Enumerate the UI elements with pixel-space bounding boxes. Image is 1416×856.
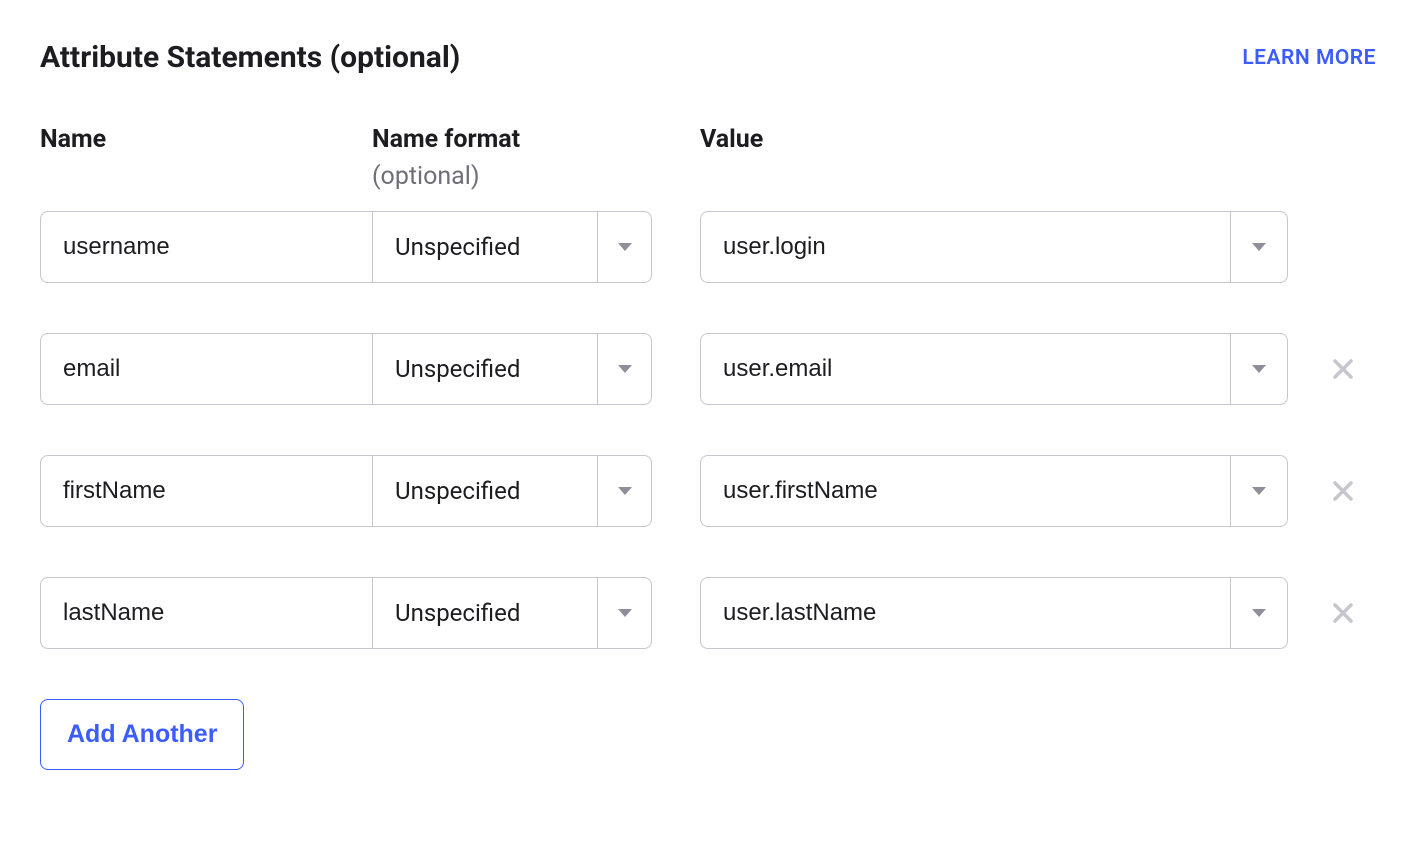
name-input[interactable] [40, 577, 372, 649]
value-select-toggle[interactable] [1230, 577, 1288, 649]
format-select-value: Unspecified [373, 355, 597, 383]
attribute-row: Unspecified [40, 211, 1376, 283]
format-select-toggle[interactable] [597, 334, 651, 404]
caret-down-icon [618, 365, 632, 373]
column-headers: Name Name format (optional) Value [40, 125, 1376, 191]
format-select-toggle[interactable] [597, 212, 651, 282]
value-select-toggle[interactable] [1230, 455, 1288, 527]
column-header-value: Value [700, 125, 1376, 154]
caret-down-icon [618, 487, 632, 495]
close-icon [1331, 601, 1355, 625]
caret-down-icon [618, 609, 632, 617]
value-input[interactable] [700, 455, 1230, 527]
close-icon [1331, 357, 1355, 381]
caret-down-icon [1252, 243, 1266, 251]
attribute-row: Unspecified [40, 333, 1376, 405]
format-select[interactable]: Unspecified [372, 211, 652, 283]
column-header-name: Name [40, 125, 372, 154]
format-select[interactable]: Unspecified [372, 577, 652, 649]
caret-down-icon [1252, 365, 1266, 373]
format-select[interactable]: Unspecified [372, 455, 652, 527]
remove-row-button[interactable] [1318, 601, 1368, 625]
attribute-row: Unspecified [40, 455, 1376, 527]
remove-row-button[interactable] [1318, 357, 1368, 381]
format-select-value: Unspecified [373, 477, 597, 505]
close-icon [1331, 479, 1355, 503]
value-input[interactable] [700, 577, 1230, 649]
format-select-toggle[interactable] [597, 456, 651, 526]
format-select[interactable]: Unspecified [372, 333, 652, 405]
name-input[interactable] [40, 211, 372, 283]
value-input[interactable] [700, 211, 1230, 283]
format-select-value: Unspecified [373, 599, 597, 627]
name-input[interactable] [40, 455, 372, 527]
value-select-toggle[interactable] [1230, 333, 1288, 405]
column-header-format: Name format [372, 125, 652, 154]
value-input[interactable] [700, 333, 1230, 405]
value-select-toggle[interactable] [1230, 211, 1288, 283]
caret-down-icon [618, 243, 632, 251]
learn-more-link[interactable]: LEARN MORE [1242, 46, 1376, 70]
format-select-value: Unspecified [373, 233, 597, 261]
column-header-format-sub: (optional) [372, 162, 652, 191]
format-select-toggle[interactable] [597, 578, 651, 648]
remove-row-button[interactable] [1318, 479, 1368, 503]
caret-down-icon [1252, 609, 1266, 617]
add-another-button[interactable]: Add Another [40, 699, 244, 770]
caret-down-icon [1252, 487, 1266, 495]
name-input[interactable] [40, 333, 372, 405]
section-title: Attribute Statements (optional) [40, 40, 460, 75]
attribute-row: Unspecified [40, 577, 1376, 649]
